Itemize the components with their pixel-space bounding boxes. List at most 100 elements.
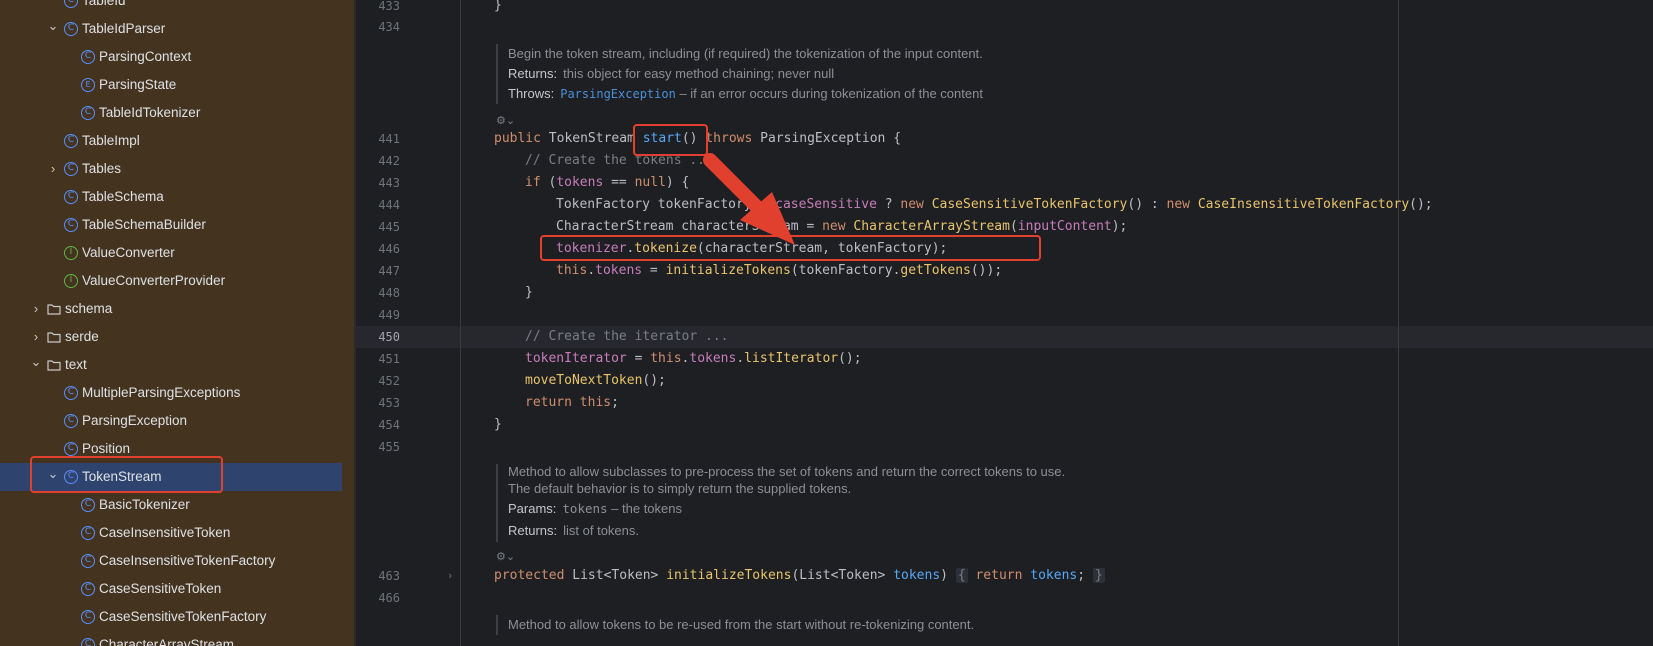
line-number: 434 <box>378 20 400 34</box>
line-number: 442 <box>378 154 400 168</box>
tree-item[interactable]: C TableIdTokenizer <box>0 99 342 127</box>
folder-icon <box>47 302 61 316</box>
tree-item-label: ValueConverter <box>82 245 175 260</box>
tree-item[interactable]: C CaseSensitiveToken <box>0 575 342 603</box>
tree-item-label: TableId <box>82 0 126 8</box>
tree-item[interactable]: C TableId <box>0 0 342 15</box>
tree-item[interactable]: C ParsingContext <box>0 43 342 71</box>
class-icon: C <box>81 638 95 646</box>
gutter-separator <box>460 0 461 646</box>
tree-item-label: CaseSensitiveTokenFactory <box>99 609 267 624</box>
tree-item[interactable]: ⌄ text <box>0 351 342 379</box>
tree-item-label: serde <box>65 329 99 344</box>
tree-item[interactable]: C BasicTokenizer <box>0 491 342 519</box>
line-number: 466 <box>378 591 400 605</box>
line-number: 447 <box>378 264 400 278</box>
line-number: 454 <box>378 418 400 432</box>
class-icon: C <box>81 526 95 540</box>
javadoc-initialize-tokens[interactable]: Method to allow subclasses to pre-proces… <box>496 464 1065 542</box>
folded-brace[interactable]: { <box>955 568 968 583</box>
code-line-448[interactable]: } <box>525 282 533 304</box>
javadoc-start[interactable]: Begin the token stream, including (if re… <box>496 44 983 104</box>
code-line-454[interactable]: } <box>494 414 502 436</box>
tree-item[interactable]: ⌄ C TableIdParser <box>0 15 342 43</box>
interface-icon: I <box>64 274 78 288</box>
tree-item-label: TableSchemaBuilder <box>82 217 206 232</box>
doc-returns: Returns: this object for easy method chai… <box>508 66 835 81</box>
doc-throws: Throws: ParsingException – if an error oc… <box>508 86 983 101</box>
tree-item[interactable]: C MultipleParsingExceptions <box>0 379 342 407</box>
chevron-down-icon[interactable]: ⌄ <box>29 351 43 379</box>
tree-item-label: TableImpl <box>82 133 140 148</box>
line-number-current: 450 <box>378 330 400 344</box>
line-number: 441 <box>378 132 400 146</box>
class-icon: C <box>64 386 78 400</box>
class-icon: C <box>64 190 78 204</box>
fold-expand-icon[interactable]: › <box>448 569 458 582</box>
code-line-433[interactable]: } <box>494 0 502 17</box>
tree-item-label: MultipleParsingExceptions <box>82 385 241 400</box>
tree-item-label: ParsingException <box>82 413 188 428</box>
tree-item-label: ValueConverterProvider <box>82 273 226 288</box>
tree-item[interactable]: E ParsingState <box>0 71 342 99</box>
tree-item[interactable]: C CaseInsensitiveToken <box>0 519 342 547</box>
code-line-463[interactable]: protected List<Token> initializeTokens(L… <box>494 565 1105 587</box>
chevron-right-icon[interactable]: › <box>29 323 43 351</box>
tree-item[interactable]: C ParsingException <box>0 407 342 435</box>
tree-item[interactable]: › schema <box>0 295 342 323</box>
tree-item[interactable]: C TableSchema <box>0 183 342 211</box>
tree-item[interactable]: I ValueConverterProvider <box>0 267 342 295</box>
class-icon: C <box>64 22 78 36</box>
line-number: 453 <box>378 396 400 410</box>
code-line-451[interactable]: tokenIterator = this.tokens.listIterator… <box>525 348 862 370</box>
line-number: 445 <box>378 220 400 234</box>
line-number: 455 <box>378 440 400 454</box>
doc-line: The default behavior is to simply return… <box>508 481 852 496</box>
tree-item[interactable]: C TableImpl <box>0 127 342 155</box>
parsing-exception-link[interactable]: ParsingException <box>560 87 676 101</box>
render-doc-toggle-icon[interactable]: ⚙⌄ <box>496 114 515 127</box>
class-icon: C <box>64 414 78 428</box>
line-number: 463 <box>378 569 400 583</box>
line-number: 448 <box>378 286 400 300</box>
chevron-right-icon[interactable]: › <box>29 295 43 323</box>
folded-brace[interactable]: } <box>1092 568 1105 583</box>
code-line-450[interactable]: // Create the iterator ... <box>525 326 729 348</box>
tree-item-label: Tables <box>82 161 122 176</box>
doc-line: Method to allow subclasses to pre-proces… <box>508 464 1066 479</box>
render-doc-toggle-icon[interactable]: ⚙⌄ <box>496 550 515 563</box>
code-line-452[interactable]: moveToNextToken(); <box>525 370 666 392</box>
highlight-tokenstream-node <box>30 456 223 493</box>
tree-item-label: TableSchema <box>82 189 164 204</box>
tree-item-label: CaseSensitiveToken <box>99 581 222 596</box>
line-number: 444 <box>378 198 400 212</box>
tree-item[interactable]: I ValueConverter <box>0 239 342 267</box>
tree-item[interactable]: › C Tables <box>0 155 342 183</box>
class-icon: C <box>81 50 95 64</box>
line-number: 433 <box>378 0 400 13</box>
project-tree[interactable]: C TableId ⌄ C TableIdParser C ParsingContext E P… <box>0 0 354 646</box>
code-line-443[interactable]: if (tokens == null) { <box>525 172 689 194</box>
code-line-453[interactable]: return this; <box>525 392 619 414</box>
line-number: 446 <box>378 242 400 256</box>
class-icon: C <box>81 106 95 120</box>
code-line-444[interactable]: TokenFactory tokenFactory = caseSensitiv… <box>556 194 1433 216</box>
tree-item-label: CaseInsensitiveToken <box>99 525 231 540</box>
tree-item[interactable]: › serde <box>0 323 342 351</box>
folder-icon <box>47 330 61 344</box>
tree-item[interactable]: C TableSchemaBuilder <box>0 211 342 239</box>
class-icon: C <box>64 0 78 8</box>
tree-item[interactable]: C CharacterArrayStream <box>0 631 342 646</box>
class-icon: C <box>81 582 95 596</box>
line-number: 451 <box>378 352 400 366</box>
javadoc-reuse[interactable]: Method to allow tokens to be re-used fro… <box>496 615 974 635</box>
tree-item[interactable]: C CaseInsensitiveTokenFactory <box>0 547 342 575</box>
chevron-right-icon[interactable]: › <box>46 155 60 183</box>
tree-item[interactable]: C CaseSensitiveTokenFactory <box>0 603 342 631</box>
folder-icon <box>47 358 61 372</box>
chevron-down-icon[interactable]: ⌄ <box>46 15 60 43</box>
code-line-447[interactable]: this.tokens = initializeTokens(tokenFact… <box>556 260 1002 282</box>
doc-summary: Begin the token stream, including (if re… <box>508 46 983 61</box>
doc-summary: Method to allow tokens to be re-used fro… <box>508 617 975 632</box>
interface-icon: I <box>64 246 78 260</box>
